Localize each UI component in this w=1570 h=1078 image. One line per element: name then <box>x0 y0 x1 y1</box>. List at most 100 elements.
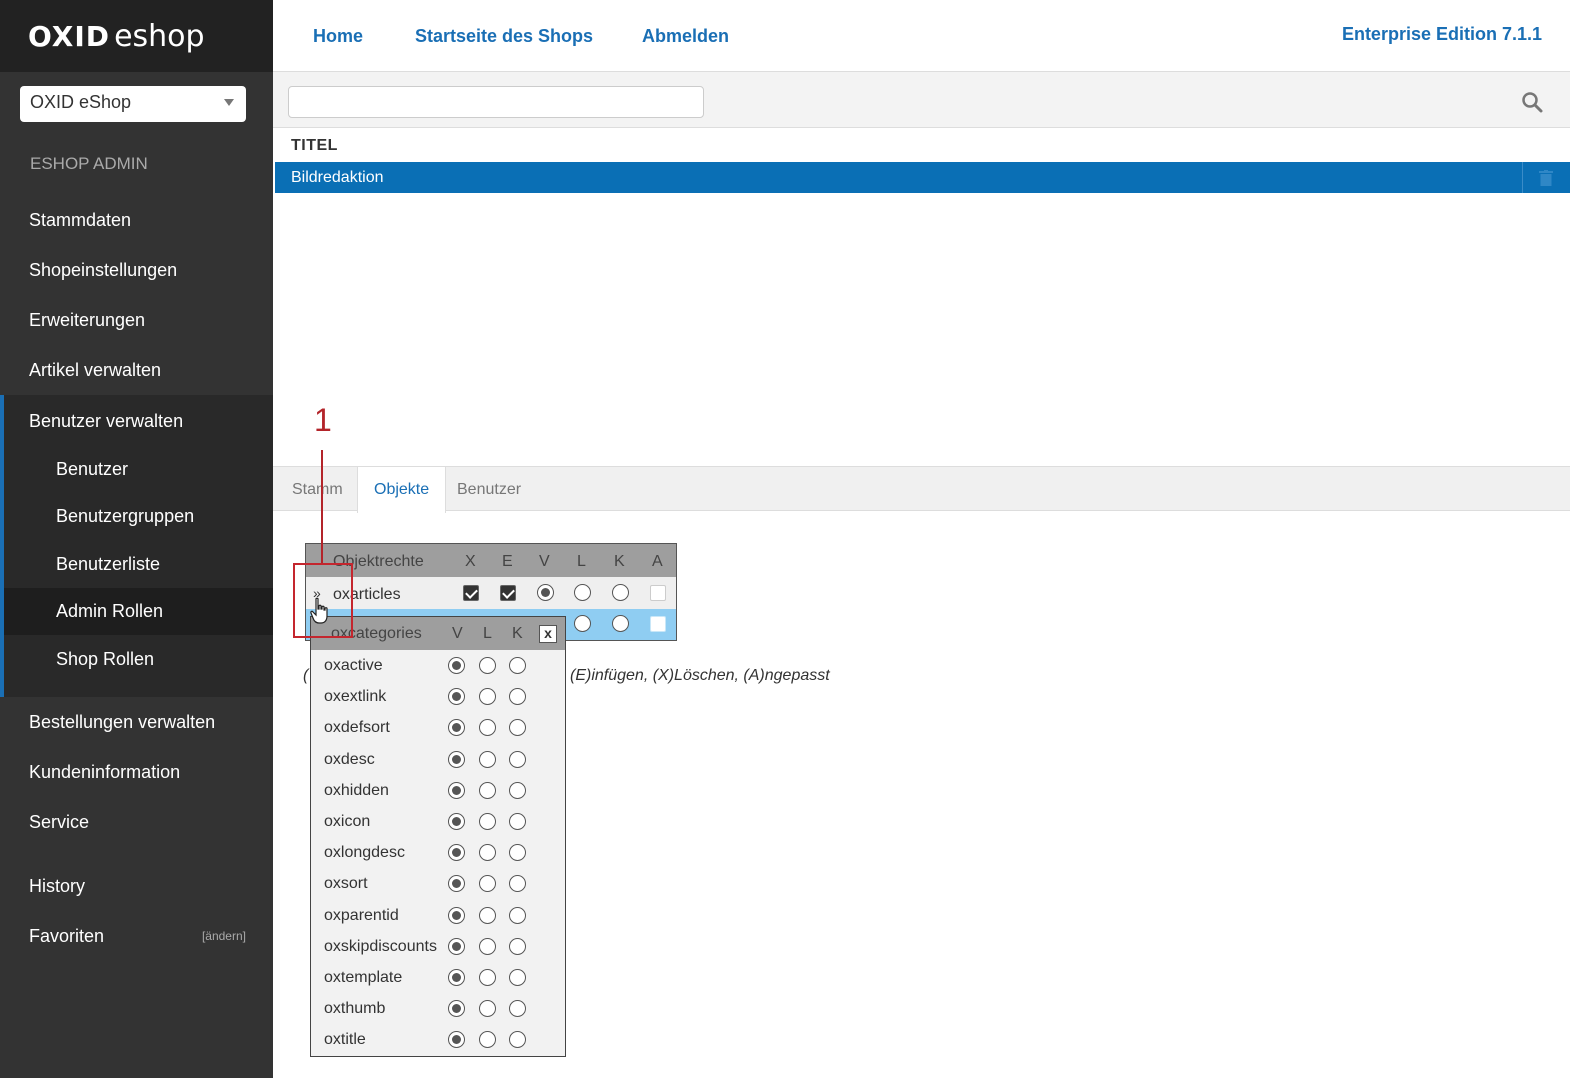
field-row: oxsort <box>311 868 565 899</box>
sub-item-admin-rollen[interactable]: Admin Rollen <box>4 588 273 635</box>
radio-l[interactable] <box>479 657 496 674</box>
radio-v[interactable] <box>448 937 465 955</box>
nav-service[interactable]: Service <box>0 797 273 847</box>
radio-v[interactable] <box>448 906 465 924</box>
nav-kundeninformation[interactable]: Kundeninformation <box>0 747 273 797</box>
legend-text-start: ( <box>303 667 309 684</box>
nav-favoriten[interactable]: Favoriten [ändern] <box>0 911 273 961</box>
link-home[interactable]: Home <box>313 26 363 47</box>
radio-v[interactable] <box>448 813 465 830</box>
oxid-logo[interactable]: OXID eshop <box>0 0 273 72</box>
radio-v[interactable] <box>448 969 465 986</box>
nav-history[interactable]: History <box>0 861 273 911</box>
field-row: oxthumb <box>311 993 565 1024</box>
search-icon[interactable] <box>1520 90 1544 114</box>
radio-k[interactable] <box>612 584 629 601</box>
list-row-selected[interactable]: Bildredaktion <box>275 162 1570 193</box>
checkbox-e[interactable] <box>500 585 516 601</box>
radio-v[interactable] <box>448 719 465 737</box>
radio-k[interactable] <box>509 875 526 893</box>
radio-k[interactable] <box>509 719 526 737</box>
delete-cell[interactable] <box>1522 162 1570 193</box>
checkbox-a[interactable] <box>650 616 666 632</box>
checkbox-a[interactable] <box>650 585 666 601</box>
field-name: oxicon <box>324 813 371 830</box>
radio-k[interactable] <box>509 906 526 924</box>
shop-select[interactable]: OXID eShop <box>20 86 246 122</box>
field-row: oxdefsort <box>311 712 565 743</box>
dropdown-arrow-icon <box>224 99 234 106</box>
sub-item-shop-rollen[interactable]: Shop Rollen <box>4 636 273 683</box>
checkbox-x[interactable] <box>463 585 479 601</box>
field-row: oxparentid <box>311 900 565 931</box>
radio-v[interactable] <box>537 584 554 601</box>
field-name: oxtemplate <box>324 969 403 986</box>
radio-l[interactable] <box>479 1031 496 1049</box>
radio-l[interactable] <box>479 875 496 893</box>
radio-k[interactable] <box>509 750 526 768</box>
tab-objekte[interactable]: Objekte <box>357 467 447 513</box>
rights-row-oxarticles: oxarticles <box>306 577 676 609</box>
tab-benutzer[interactable]: Benutzer <box>441 467 537 512</box>
link-startseite[interactable]: Startseite des Shops <box>415 26 593 47</box>
radio-k[interactable] <box>509 937 526 955</box>
sub-item-label: Benutzergruppen <box>56 506 195 526</box>
radio-l[interactable] <box>479 969 496 986</box>
radio-l[interactable] <box>479 719 496 737</box>
sub-item-benutzerliste[interactable]: Benutzerliste <box>4 541 273 588</box>
header-x: X <box>465 553 476 570</box>
radio-v[interactable] <box>448 750 465 768</box>
nav-artikel-verwalten[interactable]: Artikel verwalten <box>0 345 273 395</box>
popup-header-k: K <box>512 625 523 642</box>
radio-v[interactable] <box>448 875 465 893</box>
nav-benutzer-verwalten[interactable]: Benutzer verwalten <box>4 396 273 446</box>
nav-stammdaten[interactable]: Stammdaten <box>0 195 273 245</box>
tab-stamm[interactable]: Stamm <box>276 467 359 512</box>
field-name: oxlongdesc <box>324 844 405 862</box>
radio-l[interactable] <box>574 584 591 601</box>
radio-k[interactable] <box>509 1000 526 1018</box>
column-header-titel[interactable]: TITEL <box>291 137 338 155</box>
radio-k[interactable] <box>509 844 526 862</box>
nav-shopeinstellungen[interactable]: Shopeinstellungen <box>0 245 273 295</box>
section-label: ESHOP ADMIN <box>30 154 148 173</box>
radio-v[interactable] <box>448 688 465 706</box>
radio-v[interactable] <box>448 781 465 799</box>
radio-l[interactable] <box>479 1000 496 1018</box>
radio-k[interactable] <box>509 969 526 986</box>
radio-v[interactable] <box>448 1031 465 1049</box>
radio-k[interactable] <box>509 1031 526 1049</box>
close-button[interactable]: x <box>539 625 557 643</box>
radio-l[interactable] <box>479 937 496 955</box>
radio-k[interactable] <box>509 781 526 799</box>
nav-label: History <box>29 875 86 896</box>
favoriten-change-link[interactable]: [ändern] <box>202 929 246 943</box>
sub-item-benutzergruppen[interactable]: Benutzergruppen <box>4 493 273 540</box>
nav-bestellungen-verwalten[interactable]: Bestellungen verwalten <box>0 697 273 747</box>
radio-l[interactable] <box>574 615 591 632</box>
nav-label: Shopeinstellungen <box>29 259 178 280</box>
radio-l[interactable] <box>479 781 496 799</box>
nav-erweiterungen[interactable]: Erweiterungen <box>0 295 273 345</box>
radio-k[interactable] <box>509 688 526 706</box>
sub-item-benutzer[interactable]: Benutzer <box>4 446 273 493</box>
radio-v[interactable] <box>448 844 465 862</box>
radio-k[interactable] <box>509 813 526 830</box>
radio-v[interactable] <box>448 657 465 674</box>
search-bar <box>273 72 1570 128</box>
radio-k[interactable] <box>612 615 629 632</box>
link-abmelden[interactable]: Abmelden <box>642 26 729 47</box>
trash-icon[interactable] <box>1539 170 1553 186</box>
nav-label: Erweiterungen <box>29 309 146 330</box>
radio-l[interactable] <box>479 813 496 830</box>
radio-l[interactable] <box>479 688 496 706</box>
popup-header-v: V <box>452 625 463 642</box>
sub-item-label: Admin Rollen <box>56 601 164 621</box>
radio-l[interactable] <box>479 906 496 924</box>
radio-v[interactable] <box>448 1000 465 1018</box>
radio-l[interactable] <box>479 844 496 862</box>
sub-item-label: Benutzer <box>56 459 129 479</box>
radio-k[interactable] <box>509 657 526 674</box>
radio-l[interactable] <box>479 750 496 768</box>
search-input[interactable] <box>288 86 704 118</box>
